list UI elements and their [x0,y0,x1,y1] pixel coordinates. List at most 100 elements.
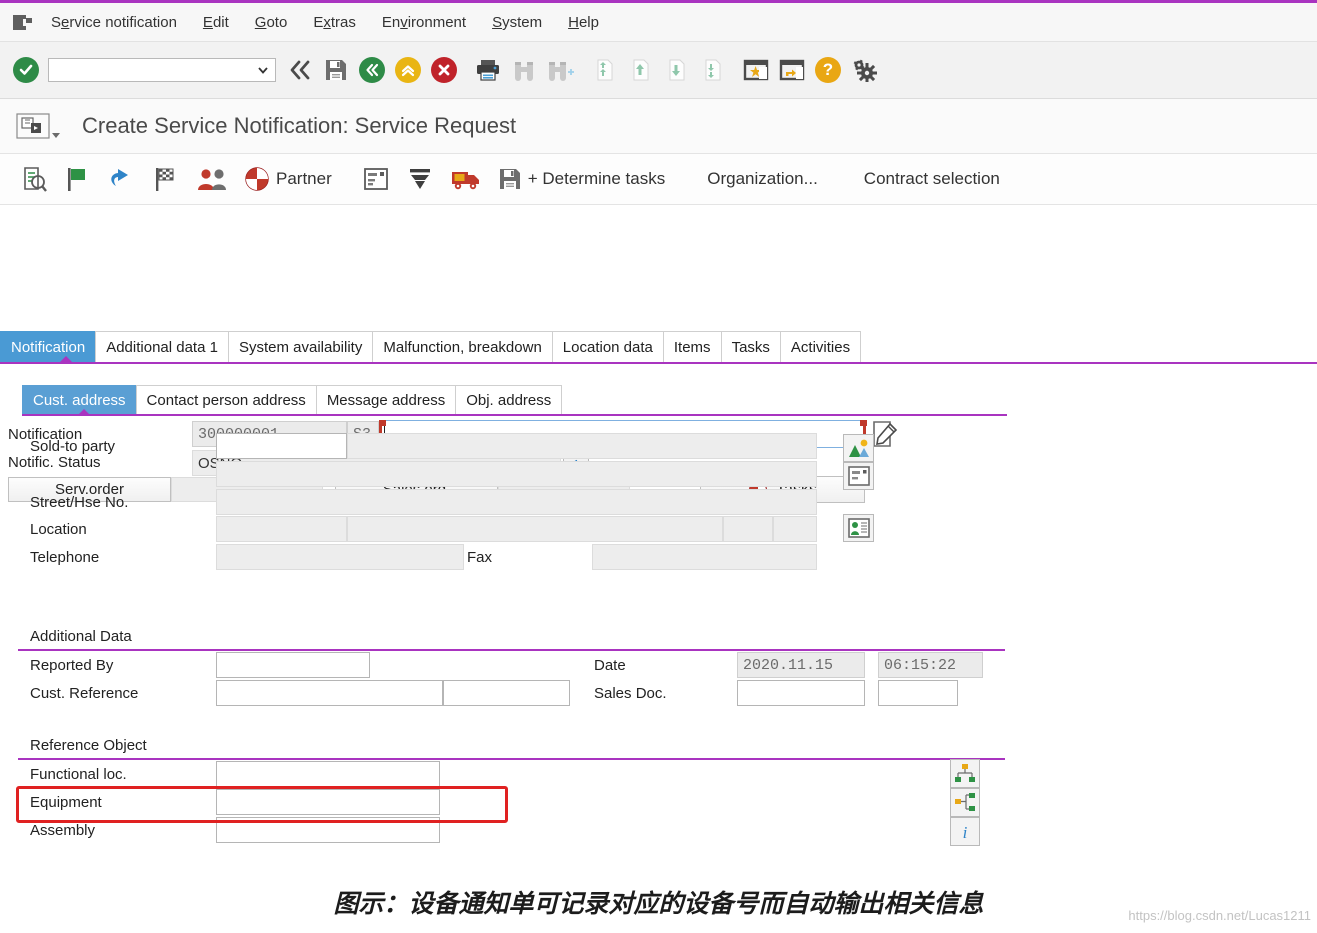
tab-location-data[interactable]: Location data [551,331,664,363]
sales-doc-label: Sales Doc. [594,685,667,702]
last-page-icon [705,59,721,81]
cancel-button[interactable] [427,53,461,87]
partner-button-label: Partner [276,169,332,188]
customizing-button[interactable] [847,53,881,87]
reported-by-input[interactable] [216,652,370,678]
tab-notification[interactable]: Notification [0,331,97,363]
enter-button[interactable] [9,53,43,87]
back-double-arrow-icon [290,60,310,80]
date-field: 2020.11.15 [737,652,865,678]
sap-exit-icon[interactable] [8,12,38,32]
display-document-button[interactable] [12,162,56,196]
page-title: Create Service Notification: Service Req… [82,113,517,138]
print-button[interactable] [471,53,505,87]
checkered-flag-icon [156,168,174,191]
telephone-label: Telephone [30,549,100,566]
tab-activities[interactable]: Activities [779,331,862,363]
tab-tasks[interactable]: Tasks [720,331,781,363]
tab-items[interactable]: Items [662,331,722,363]
green-back-circle-icon [359,57,385,83]
address-card-button[interactable] [843,462,874,490]
business-card-person-icon [847,518,870,538]
sales-doc-input[interactable] [737,680,865,706]
undo-arrow-icon [111,169,128,186]
sub-tab-underline [22,414,1007,416]
structure-list-button[interactable] [950,788,980,817]
transaction-icon[interactable] [16,112,62,140]
main-tab-strip: Notification Additional data 1 System av… [0,327,1317,363]
menu-goto[interactable]: Goto [242,10,301,35]
tab-malfunction-breakdown[interactable]: Malfunction, breakdown [372,331,553,363]
subtab-obj-address[interactable]: Obj. address [455,385,563,415]
cust-address-line2-field [216,461,817,487]
two-people-icon [198,169,226,190]
binoculars-icon [515,62,533,81]
reference-object-info-button[interactable]: i [950,817,980,846]
finish-flag-button[interactable] [144,162,188,196]
partner-pie-icon [245,167,269,191]
list-detail-button[interactable] [354,162,398,196]
business-card-person-button[interactable] [843,514,874,542]
picture-button[interactable] [843,434,874,462]
next-page-icon [669,59,685,81]
back-button[interactable] [283,53,317,87]
first-page-button [587,53,621,87]
undo-button[interactable] [98,162,144,196]
sub-tab-pointer [78,409,90,415]
title-bar: Create Service Notification: Service Req… [0,99,1317,154]
subtab-message-address[interactable]: Message address [315,385,457,415]
organization-button[interactable]: Organization... [693,162,826,196]
complete-flag-button[interactable] [56,162,98,196]
structure-hierarchy-button[interactable] [950,759,980,788]
structure-hierarchy-icon [955,764,975,782]
exit-button[interactable] [355,53,389,87]
equipment-input[interactable] [216,789,440,815]
menu-environment[interactable]: Environment [369,10,479,35]
contract-selection-button[interactable]: Contract selection [850,162,1008,196]
up-button[interactable] [391,53,425,87]
find-next-button [543,53,577,87]
menu-help[interactable]: Help [555,10,612,35]
sales-doc-input-2[interactable] [878,680,958,706]
menu-system[interactable]: System [479,10,555,35]
assembly-label: Assembly [30,822,96,839]
determine-tasks-label: + Determine tasks [527,169,666,188]
command-field[interactable] [48,58,276,82]
save-button[interactable] [319,53,353,87]
first-page-icon [597,59,613,81]
partners-button[interactable] [188,162,236,196]
determine-tasks-button[interactable]: + Determine tasks [490,162,673,196]
menu-edit[interactable]: Edit [190,10,242,35]
location-postcode-field [216,516,347,542]
structure-list-icon [955,793,975,811]
sort-down-button[interactable] [398,162,442,196]
question-help-icon: ? [815,57,841,83]
cust-reference-input[interactable] [216,680,443,706]
assembly-input[interactable] [216,817,440,843]
command-input[interactable] [49,59,257,81]
functional-loc-input[interactable] [216,761,440,787]
partner-button[interactable]: Partner [236,162,340,196]
create-shortcut-button[interactable] [739,53,773,87]
chevron-down-icon[interactable] [257,64,269,76]
delivery-button[interactable] [442,162,490,196]
additional-data-title: Additional Data [30,628,132,645]
location-country-field [773,516,817,542]
cust-reference-input-2[interactable] [443,680,570,706]
tab-system-availability[interactable]: System availability [227,331,374,363]
printer-icon [477,60,499,81]
red-cancel-circle-icon [431,57,457,83]
tab-additional-data-1[interactable]: Additional data 1 [95,331,229,363]
subtab-contact-person-address[interactable]: Contact person address [135,385,317,415]
list-detail-icon [363,168,388,190]
customize-layout-button[interactable] [775,53,809,87]
sold-to-party-input[interactable] [216,433,347,459]
menu-extras[interactable]: Extras [300,10,369,35]
previous-page-icon [633,59,649,81]
street-hse-no-label: Street/Hse No. [30,494,129,511]
document-display-icon [24,167,47,192]
green-check-icon [13,57,39,83]
menu-service-notification[interactable]: Service notification [38,10,190,35]
help-button[interactable]: ? [811,53,845,87]
long-text-edit-icon[interactable] [871,420,899,448]
